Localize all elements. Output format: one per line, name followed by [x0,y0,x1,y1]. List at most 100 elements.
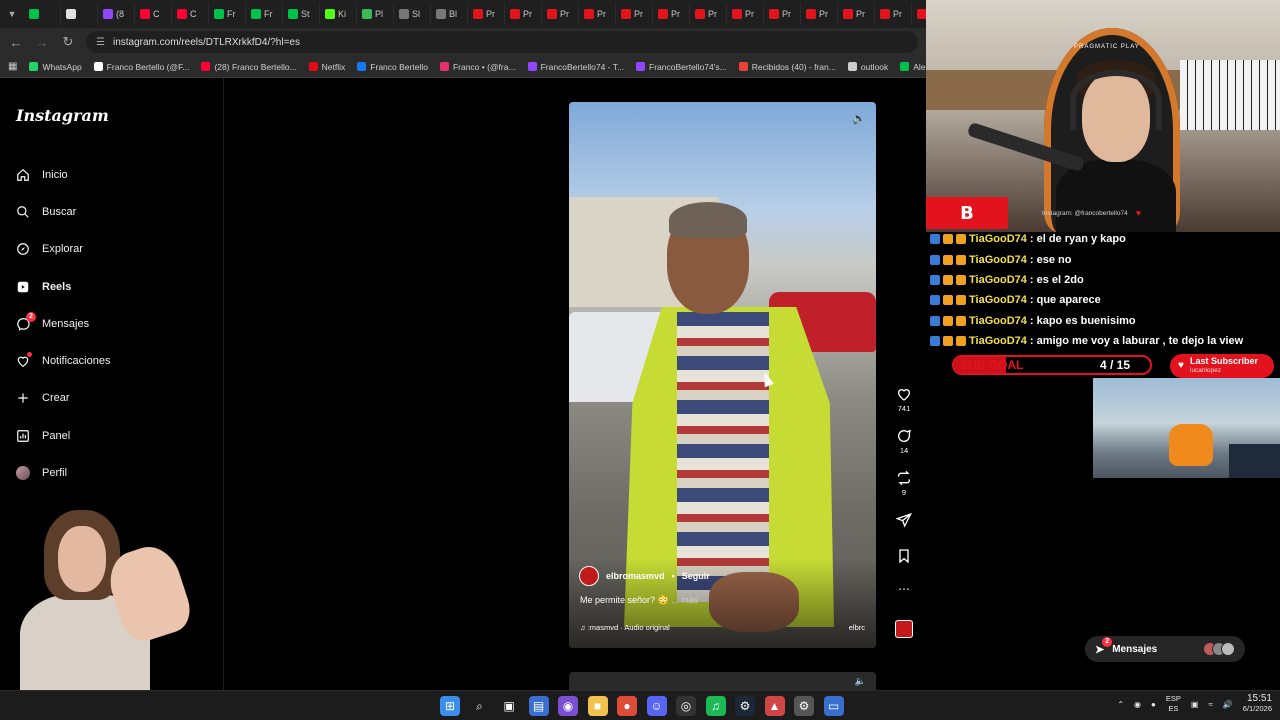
browser-tab[interactable]: Pr [764,3,801,25]
site-info-icon[interactable]: ☰ [96,37,105,48]
browser-tab[interactable]: C [135,3,172,25]
bookmark[interactable]: outlook [847,62,888,72]
bookmark[interactable]: Franco Bertello (@F... [93,62,189,72]
browser-tab[interactable]: Pr [690,3,727,25]
save-action[interactable] [896,548,912,584]
share-action[interactable] [896,512,912,548]
bookmark[interactable]: Recibidos (40) - fran... [738,62,836,72]
messages-pill[interactable]: ➤ 2 Mensajes [1085,636,1245,662]
wifi-icon[interactable]: ≈ [1208,700,1212,709]
more-options-action[interactable]: ⋯ [898,583,910,620]
sidebar-item-perfil[interactable]: Perfil [16,454,110,491]
repost-action[interactable]: 9 [896,470,912,512]
sidebar-item-inicio[interactable]: Inicio [16,156,110,193]
back-arrow-icon[interactable]: ← [8,35,24,50]
forward-arrow-icon[interactable]: → [34,35,50,50]
bookmark[interactable]: Franco • (@fra... [439,62,516,72]
instagram-logo[interactable]: Instagram [16,106,109,125]
browser-tab[interactable]: (8 [98,3,135,25]
sidebar-item-notificaciones[interactable]: Notificaciones [16,342,110,379]
browser-tab[interactable]: Fr [246,3,283,25]
tab-favicon [140,9,150,19]
sidebar-item-panel[interactable]: Panel [16,417,110,454]
browser-tab[interactable]: Pr [838,3,875,25]
bookmark-favicon [847,62,857,71]
browser-tab[interactable]: Pr [505,3,542,25]
search-icon[interactable]: ⌕ [470,696,490,716]
reel-username[interactable]: elbromasmvd [606,571,665,581]
next-reel-preview[interactable]: 🔈 [569,672,876,690]
tray-overflow-icon[interactable]: ⌃ [1117,700,1124,709]
tab-title: Bl [449,9,458,19]
tab-favicon [436,9,446,19]
bookmark[interactable]: Aler [900,62,926,72]
chat-badge-icon [956,315,966,326]
tab-title: Fr [264,9,273,19]
browser-tab[interactable]: Pr [875,3,912,25]
obs-icon[interactable]: ◎ [676,696,696,716]
reel-caption-more[interactable]: ... más [671,595,698,605]
windows-start-icon[interactable]: ⊞ [440,696,460,716]
browser-tab[interactable]: Pr [727,3,764,25]
browser-tab[interactable]: C [172,3,209,25]
browser-tab[interactable]: Pl [357,3,394,25]
steam-icon[interactable]: ⚙ [735,696,755,716]
clock[interactable]: 15:51 6/1/2026 [1243,694,1272,714]
browser-tab[interactable]: Fr [209,3,246,25]
sidebar-item-crear[interactable]: Crear [16,380,110,417]
bookmark[interactable]: FrancoBertello74 - T... [527,62,624,72]
follow-button[interactable]: Seguir [682,571,710,581]
spotify-icon[interactable]: ♫ [705,696,726,716]
file-explorer-icon[interactable]: ■ [587,696,608,716]
bookmark[interactable]: (28) Franco Bertello... [201,62,297,72]
bookmark[interactable]: Netflix [308,62,345,72]
microphone-icon[interactable]: ● [1151,700,1156,709]
browser-tab[interactable]: Pr [579,3,616,25]
network-icon[interactable]: ◉ [1134,700,1141,709]
browser-tab[interactable] [24,3,61,25]
comment-action[interactable]: 14 [896,428,912,470]
reel-author-avatar[interactable] [579,566,599,586]
audio-thumbnail[interactable] [895,620,913,656]
browser-tab[interactable]: Pr [542,3,579,25]
reload-icon[interactable]: ↻ [60,34,76,50]
browser-tab[interactable] [912,3,926,25]
settings-icon[interactable]: ⚙ [794,696,814,716]
browser-tab[interactable]: Sl [394,3,431,25]
browser-tab[interactable]: Pr [801,3,838,25]
display-tray-icon[interactable]: ▣ [1191,700,1199,709]
like-action[interactable]: 741 [896,386,912,428]
sidebar-item-explorar[interactable]: Explorar [16,231,110,268]
browser-tab[interactable]: Bl [431,3,468,25]
reel-video[interactable]: 🔈 elbromasmvd • Seguir Me permite señor?… [569,102,876,648]
sidebar-item-buscar[interactable]: Buscar [16,193,110,230]
browser-tab[interactable]: Pr [616,3,653,25]
language-indicator[interactable]: ESP ES [1166,694,1181,714]
sidebar-item-reels[interactable]: Reels [16,268,110,305]
vpn-icon[interactable]: ▲ [764,696,785,716]
browser-tab[interactable]: Pr [468,3,505,25]
browser-tab[interactable]: Pr [653,3,690,25]
task-view-icon[interactable]: ▣ [499,696,519,716]
discord-icon[interactable]: ☺ [646,696,667,716]
tab-title: C [153,9,160,19]
tor-icon[interactable]: ◉ [558,696,578,716]
reel-audio[interactable]: ♫ :masmvd · Audio original elbrc [580,623,865,632]
message-avatar [1221,642,1235,656]
apps-grid-icon[interactable]: ▦ [8,61,17,72]
bookmark[interactable]: Franco Bertello [357,62,428,72]
volume-icon[interactable]: 🔈 [852,112,866,126]
browser-tab[interactable] [61,3,98,25]
browser-tab[interactable]: St [283,3,320,25]
sidebar-item-mensajes[interactable]: 2 Mensajes [16,305,110,342]
browser-tab[interactable]: Ki [320,3,357,25]
bookmark[interactable]: WhatsApp [29,62,82,72]
tab-search-button[interactable]: ▼ [0,3,24,25]
store-icon[interactable]: ▤ [528,696,549,716]
next-reel-volume-icon[interactable]: 🔈 [855,676,866,687]
bookmark[interactable]: FrancoBertello74's... [636,62,727,72]
volume-tray-icon[interactable]: 🔊 [1223,700,1233,709]
address-bar[interactable]: ☰ instagram.com/reels/DTLRXrkkfD4/?hl=es [86,31,918,53]
chrome-icon[interactable]: ● [617,696,637,716]
display-icon[interactable]: ▭ [823,696,844,716]
